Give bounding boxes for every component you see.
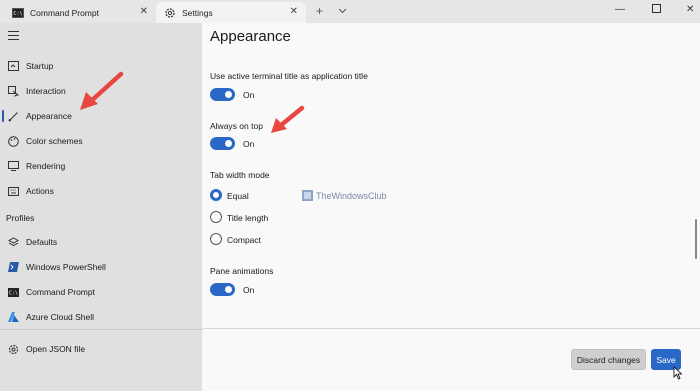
scrollbar[interactable] [695, 219, 697, 259]
sidebar-item-label: Command Prompt [26, 287, 95, 297]
discard-changes-button[interactable]: Discard changes [571, 349, 646, 370]
mouse-cursor-icon [673, 366, 683, 382]
minimize-icon[interactable]: — [615, 4, 625, 15]
sidebar-item-label: Actions [26, 186, 54, 196]
sidebar-item-command-prompt[interactable]: C:\ Command Prompt [0, 281, 202, 303]
interaction-icon [7, 85, 19, 97]
radio-equal[interactable] [210, 189, 222, 201]
watermark: TheWindowsClub [302, 190, 387, 201]
use-title-state: On [243, 90, 255, 100]
always-on-top-label: Always on top [210, 121, 263, 131]
azure-icon [7, 311, 19, 323]
monitor-icon [7, 160, 19, 172]
brush-icon [7, 110, 19, 122]
sidebar-item-rendering[interactable]: Rendering [0, 155, 202, 177]
pane-animations-state: On [243, 285, 255, 295]
sidebar-item-azure-cloud-shell[interactable]: Azure Cloud Shell [0, 306, 202, 328]
sidebar-item-label: Appearance [26, 111, 72, 121]
profiles-heading: Profiles [6, 213, 35, 223]
pane-animations-toggle[interactable] [210, 283, 235, 296]
tab-command-prompt[interactable]: C:\ Command Prompt ✕ [6, 2, 156, 23]
radio-compact-label: Compact [227, 235, 262, 245]
radio-title-length-label: Title length [227, 213, 269, 223]
footer-divider [202, 328, 700, 329]
sidebar-item-label: Rendering [26, 161, 66, 171]
pane-animations-label: Pane animations [210, 266, 274, 276]
gear-icon [7, 343, 19, 355]
sidebar-item-label: Startup [26, 61, 54, 71]
svg-text:C:\: C:\ [9, 290, 18, 296]
sidebar-item-defaults[interactable]: Defaults [0, 231, 202, 253]
radio-equal-label: Equal [227, 191, 249, 201]
sidebar-item-actions[interactable]: Actions [0, 180, 202, 202]
close-icon[interactable]: ✕ [290, 6, 298, 18]
close-icon[interactable]: ✕ [140, 6, 148, 18]
settings-panel: Appearance Use active terminal title as … [202, 23, 700, 391]
chevron-down-icon[interactable] [338, 6, 347, 16]
cmd-icon: C:\ [12, 7, 24, 19]
hamburger-menu-icon[interactable] [8, 31, 19, 43]
sidebar-item-windows-powershell[interactable]: Windows PowerShell [0, 256, 202, 278]
radio-title-length[interactable] [210, 211, 222, 223]
open-json-button[interactable]: Open JSON file [0, 338, 202, 360]
tab-label: Settings [182, 7, 213, 18]
use-title-toggle[interactable] [210, 88, 235, 101]
gear-icon [164, 7, 176, 19]
svg-text:C:\: C:\ [14, 11, 23, 17]
maximize-icon[interactable] [652, 4, 661, 16]
tab-label: Command Prompt [30, 7, 99, 18]
sidebar-item-label: Defaults [26, 237, 58, 247]
startup-icon [7, 60, 19, 72]
keyboard-icon [7, 185, 19, 197]
powershell-icon [7, 261, 19, 273]
open-json-label: Open JSON file [26, 344, 86, 354]
radio-compact[interactable] [210, 233, 222, 245]
use-title-label: Use active terminal title as application… [210, 71, 368, 81]
close-window-icon[interactable]: ✕ [686, 4, 694, 15]
tab-settings[interactable]: Settings ✕ [156, 2, 306, 23]
always-on-top-toggle[interactable] [210, 137, 235, 150]
sidebar-item-label: Color schemes [26, 136, 83, 146]
tab-width-label: Tab width mode [210, 170, 270, 180]
annotation-arrow-icon [271, 105, 305, 133]
divider [0, 329, 202, 330]
layers-icon [7, 236, 19, 248]
sidebar-item-label: Interaction [26, 86, 66, 96]
plus-icon[interactable]: + [316, 4, 323, 18]
cmd-icon: C:\ [7, 286, 19, 298]
annotation-arrow-icon [80, 71, 124, 110]
tab-strip: C:\ Command Prompt ✕ Settings ✕ + — ✕ [0, 0, 700, 23]
page-title: Appearance [210, 28, 291, 45]
sidebar-item-label: Windows PowerShell [26, 262, 106, 272]
windowsclub-logo-icon [302, 190, 313, 201]
palette-icon [7, 135, 19, 147]
sidebar-item-color-schemes[interactable]: Color schemes [0, 130, 202, 152]
always-on-top-state: On [243, 139, 255, 149]
watermark-text: TheWindowsClub [316, 190, 387, 201]
sidebar-item-label: Azure Cloud Shell [26, 312, 95, 322]
